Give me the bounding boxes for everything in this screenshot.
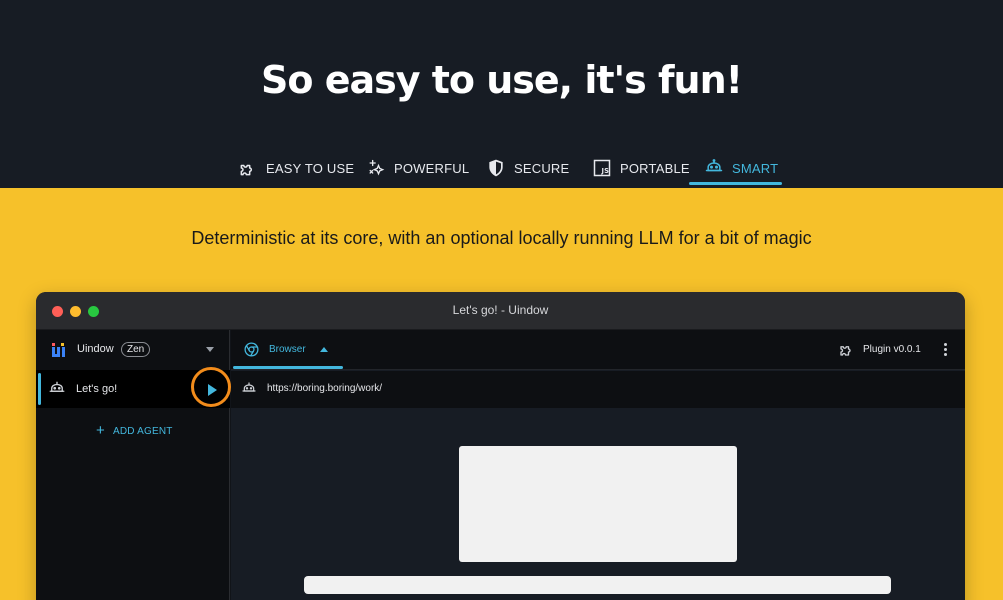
tab-portable[interactable]: JS PORTABLE (592, 154, 690, 182)
tab-easy-to-use[interactable]: EASY TO USE (238, 154, 354, 182)
tab-label: PORTABLE (620, 160, 690, 176)
page-card (459, 446, 737, 562)
tab-powerful[interactable]: POWERFUL (366, 154, 469, 182)
tab-label: EASY TO USE (266, 160, 355, 176)
url-text: https://boring.boring/work/ (267, 383, 383, 394)
sidebar: Uindow Zen Let's go! + ADD AGENT (36, 330, 231, 600)
tab-smart[interactable]: SMART (704, 154, 778, 182)
add-agent-button[interactable]: + ADD AGENT (96, 422, 173, 439)
tab-label: SECURE (514, 160, 570, 176)
feature-description: Deterministic at its core, with an optio… (191, 228, 812, 248)
web-page-view (231, 408, 965, 600)
chevron-down-icon[interactable] (206, 347, 214, 352)
chevron-up-icon[interactable] (320, 347, 328, 352)
feature-tabs: EASY TO USE POWERFUL SECURE JS PORTABLE (0, 154, 1003, 188)
selected-indicator (38, 373, 41, 405)
hero-headline: So easy to use, it's fun! (261, 58, 743, 102)
plugin-label: Plugin v0.0.1 (863, 343, 921, 355)
more-options-icon[interactable] (944, 343, 948, 357)
tab-secure[interactable]: SECURE (486, 154, 569, 182)
url-bar[interactable]: https://boring.boring/work/ (231, 371, 965, 408)
page-input-field[interactable] (304, 576, 891, 594)
tab-label: Browser (269, 344, 306, 355)
browser-pane: Browser Plugin v0.0.1 https://boring.bor… (231, 330, 965, 600)
window-title: Let's go! - Uindow (452, 303, 549, 317)
plus-icon: + (96, 422, 105, 439)
window-titlebar: Let's go! - Uindow (36, 292, 965, 330)
tab-label: POWERFUL (394, 160, 470, 176)
robot-icon (705, 159, 723, 172)
pane-tabbar: Browser Plugin v0.0.1 (231, 330, 965, 370)
app-window: Let's go! - Uindow Uindow Zen Let's go! … (36, 292, 965, 600)
shield-icon (489, 159, 503, 177)
puzzle-icon (240, 164, 253, 176)
uindow-logo-icon (52, 343, 65, 357)
robot-icon (242, 382, 256, 392)
plugin-button[interactable]: Plugin v0.0.1 (838, 340, 921, 358)
tab-browser[interactable]: Browser (231, 330, 343, 370)
tab-label: SMART (732, 160, 779, 176)
sparkle-icon (369, 159, 385, 176)
highlight-circle (191, 367, 231, 407)
workspace-name: Uindow (77, 343, 114, 355)
workspace-badge: Zen (121, 342, 151, 357)
js-icon: JS (593, 159, 611, 177)
workspace-selector[interactable]: Uindow Zen (36, 330, 230, 370)
add-agent-label: ADD AGENT (112, 425, 173, 437)
hero-header: So easy to use, it's fun! EASY TO USE PO… (0, 0, 1003, 188)
svg-text:JS: JS (601, 167, 610, 175)
feature-panel: Deterministic at its core, with an optio… (0, 188, 1003, 600)
chrome-icon (244, 342, 259, 357)
active-tab-underline (233, 366, 343, 369)
agent-name: Let's go! (76, 383, 118, 395)
puzzle-icon (840, 346, 851, 356)
robot-icon (49, 381, 65, 392)
active-tab-underline (689, 182, 782, 185)
